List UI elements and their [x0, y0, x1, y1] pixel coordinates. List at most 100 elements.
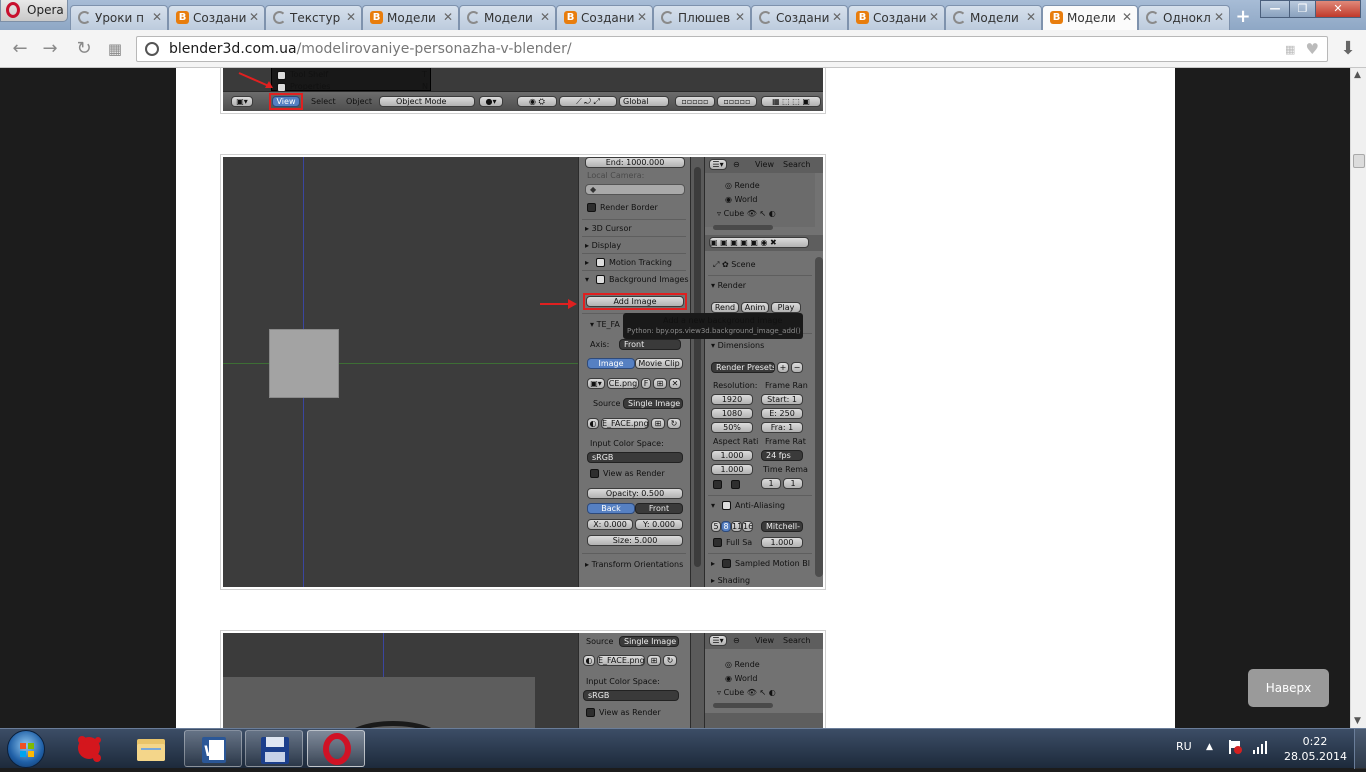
file-browse-icon[interactable]: ⊞	[647, 655, 661, 666]
reload-image-icon[interactable]: ↻	[667, 418, 681, 429]
layers-right[interactable]: ▫▫▫▫▫	[717, 96, 757, 107]
open-image-icon[interactable]: ⊞	[653, 378, 667, 389]
maximize-window-button[interactable]: ❐	[1289, 0, 1316, 18]
frame-end-field[interactable]: E: 250	[761, 408, 803, 419]
browser-tab[interactable]: Модели ✕	[945, 5, 1042, 30]
panel-display[interactable]: ▸ Display	[585, 241, 621, 250]
back-toggle[interactable]: Back	[587, 503, 635, 514]
clock[interactable]: 0:22 28.05.2014	[1284, 734, 1347, 764]
time-remap-new-field[interactable]: 1	[783, 478, 803, 489]
motion-blur-panel-header[interactable]: ▸	[711, 559, 715, 568]
outliner-view-menu[interactable]: View	[755, 636, 774, 645]
axis-dropdown[interactable]: Front	[619, 339, 681, 350]
close-tab-icon[interactable]: ✕	[929, 10, 939, 24]
view-menu-button[interactable]: View	[272, 96, 300, 107]
aa-samples-5[interactable]: 5	[711, 521, 721, 532]
panel-motion-tracking[interactable]: ▸	[585, 258, 589, 267]
outliner-item[interactable]: ◉ World	[725, 195, 757, 204]
layers-left[interactable]: ▫▫▫▫▫	[675, 96, 715, 107]
file-browse-icon[interactable]: ⊞	[651, 418, 665, 429]
properties-scrollbar[interactable]	[815, 257, 823, 577]
close-tab-icon[interactable]: ✕	[1214, 10, 1224, 24]
pivot-icons[interactable]: ◉ ⛭	[517, 96, 557, 107]
add-preset-icon[interactable]: +	[777, 362, 789, 373]
anti-aliasing-checkbox[interactable]	[722, 501, 731, 510]
close-tab-icon[interactable]: ✕	[540, 10, 550, 24]
network-signal-icon[interactable]	[1252, 739, 1268, 755]
y-offset-field[interactable]: Y: 0.000	[635, 519, 683, 530]
browser-tab[interactable]: Однокл ✕	[1138, 5, 1230, 30]
panel-transform-orientations[interactable]: ▸ Transform Orientations	[585, 560, 683, 569]
toggle-icon[interactable]: ⊖	[733, 160, 740, 169]
bg-item-header[interactable]: ▾ TE_FA	[590, 320, 620, 329]
border-checkbox[interactable]	[713, 480, 722, 489]
editor-type-icon[interactable]: ☰▾	[709, 635, 727, 646]
floppy-save-icon[interactable]	[245, 730, 303, 767]
outliner-item[interactable]: ▿ Cube 👁 ↖ ◐	[717, 209, 776, 218]
opera-menu-button[interactable]: Opera	[0, 0, 68, 22]
flash-player-icon[interactable]	[60, 730, 118, 767]
outliner-view-menu[interactable]: View	[755, 160, 774, 169]
play-button[interactable]: Play	[771, 302, 801, 313]
back-to-top-button[interactable]: Наверх	[1248, 669, 1329, 707]
source-dropdown[interactable]: Single Image	[619, 636, 679, 647]
url-text[interactable]: blender3d.com.ua/modelirovaniye-personaz…	[169, 41, 572, 57]
show-hidden-icons-icon[interactable]: ▲	[1206, 742, 1213, 752]
scroll-up-arrow-icon[interactable]: ▲	[1354, 70, 1361, 80]
forward-button[interactable]: →	[39, 38, 61, 60]
page-scrollbar[interactable]: ▲ ▼	[1350, 68, 1366, 728]
outliner-hscroll[interactable]	[713, 703, 773, 708]
new-tab-button[interactable]: +	[1232, 7, 1254, 27]
back-button[interactable]: ←	[9, 38, 31, 60]
motion-tracking-checkbox[interactable]	[596, 258, 605, 267]
shading-panel-header[interactable]: ▸ Shading	[711, 576, 750, 585]
aa-samples-16[interactable]: 16	[742, 521, 753, 532]
fps-dropdown[interactable]: 24 fps	[761, 450, 803, 461]
aa-filter-dropdown[interactable]: Mitchell-	[761, 521, 803, 532]
motion-blur-checkbox[interactable]	[722, 559, 731, 568]
render-panel-header[interactable]: ▾ Render	[711, 281, 746, 290]
browser-tab[interactable]: B Создани ✕	[168, 5, 265, 30]
browser-tab[interactable]: B Создани ✕	[556, 5, 653, 30]
browser-tab[interactable]: B Модели ✕	[362, 5, 459, 30]
close-window-button[interactable]: ✕	[1315, 0, 1361, 18]
image-icon[interactable]: ◐	[583, 655, 595, 666]
browser-tab[interactable]: Текстур ✕	[265, 5, 362, 30]
close-tab-icon[interactable]: ✕	[1026, 10, 1036, 24]
menu-item-properties[interactable]: Properties	[290, 82, 330, 91]
opera-icon[interactable]	[307, 730, 365, 767]
select-menu-button[interactable]: Select	[311, 97, 336, 106]
close-tab-icon[interactable]: ✕	[443, 10, 453, 24]
minimize-window-button[interactable]: —	[1260, 0, 1290, 18]
download-arrow-icon[interactable]: ⬇	[1337, 38, 1359, 60]
file-explorer-icon[interactable]	[122, 730, 180, 767]
menu-item-tool-shelf[interactable]: Tool Shelf	[290, 70, 328, 79]
browser-tab[interactable]: Создани ✕	[751, 5, 848, 30]
browser-tab[interactable]: B Создани ✕	[848, 5, 945, 30]
editor-type-icon[interactable]: ☰▾	[709, 159, 727, 170]
panel-background-images[interactable]: ▾	[585, 275, 589, 284]
frame-step-field[interactable]: Fra: 1	[761, 422, 803, 433]
speed-dial-grid-icon[interactable]: ▦	[104, 38, 126, 60]
aspect-y-field[interactable]: 1.000	[711, 464, 753, 475]
browser-tab[interactable]: B Модели ✕	[1042, 5, 1138, 31]
image-browse-icon[interactable]: ▣▾	[587, 378, 605, 389]
aa-samples-8[interactable]: 8	[721, 521, 731, 532]
resolution-percent-field[interactable]: 50%	[711, 422, 753, 433]
close-tab-icon[interactable]: ✕	[637, 10, 647, 24]
render-button[interactable]: Rend	[711, 302, 739, 313]
color-space-dropdown[interactable]: sRGB	[583, 690, 679, 701]
crop-checkbox[interactable]	[731, 480, 740, 489]
panel-3d-cursor[interactable]: ▸ 3D Cursor	[585, 224, 632, 233]
outliner-item[interactable]: ◉ World	[725, 674, 757, 683]
dimensions-panel-header[interactable]: ▾ Dimensions	[711, 341, 764, 350]
close-tab-icon[interactable]: ✕	[832, 10, 842, 24]
anim-button[interactable]: Anim	[741, 302, 769, 313]
image-name-field[interactable]: CE.png	[607, 378, 639, 389]
local-camera-field[interactable]: ◆	[585, 184, 685, 195]
context-icons[interactable]: ▣ ▣ ▣ ▣ ▣ ◉ ✖	[709, 237, 809, 248]
resolution-y-field[interactable]: 1080	[711, 408, 753, 419]
outliner-item[interactable]: ▿ Cube 👁 ↖ ◐	[717, 688, 776, 697]
source-dropdown[interactable]: Single Image	[623, 398, 683, 409]
aa-samples-11[interactable]: 11	[731, 521, 742, 532]
